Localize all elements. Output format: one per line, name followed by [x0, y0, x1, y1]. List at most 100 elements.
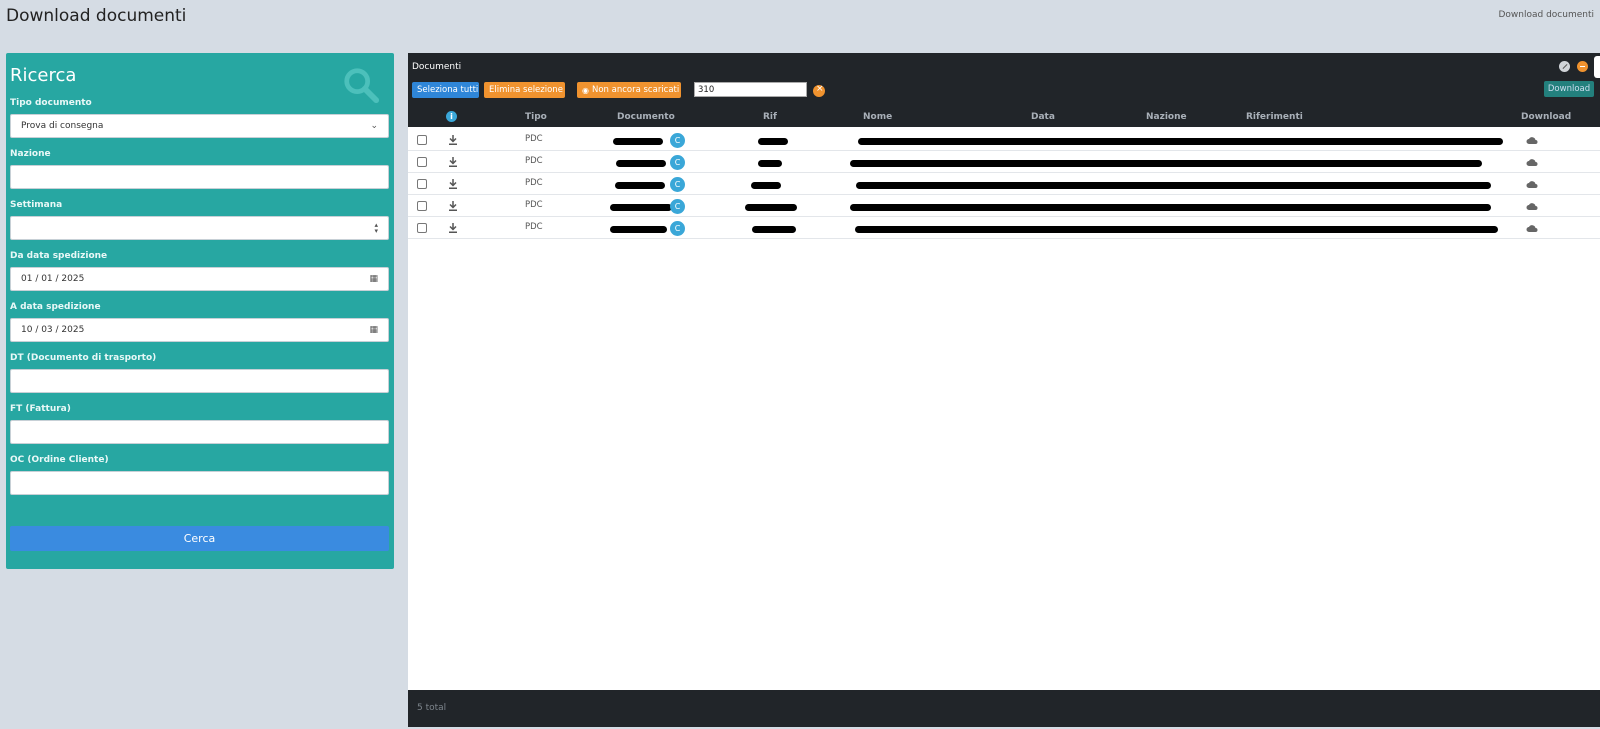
cloud-download-icon[interactable]	[1526, 135, 1538, 145]
row-tipo: PDC	[525, 200, 543, 210]
cloud-download-icon[interactable]	[1526, 223, 1538, 233]
a-data-value: 10 / 03 / 2025	[21, 325, 85, 335]
col-nome[interactable]: Nome	[863, 112, 892, 122]
select-all-button[interactable]: Seleziona tutti	[412, 82, 479, 98]
row-badge[interactable]: C	[670, 221, 685, 236]
total-count: 5 total	[417, 703, 447, 713]
redacted-rif	[745, 204, 797, 211]
documents-header: Documenti Seleziona tutti Elimina selezi…	[408, 53, 1600, 107]
da-data-input[interactable]: 01 / 01 / 2025 ▦	[10, 267, 389, 291]
col-tipo[interactable]: Tipo	[525, 112, 547, 122]
table-row[interactable]: PDC C	[408, 173, 1600, 195]
calendar-icon[interactable]: ▦	[369, 325, 378, 335]
redacted-rif	[751, 182, 781, 189]
minimize-icon[interactable]	[1577, 61, 1588, 72]
nazione-input[interactable]	[10, 165, 389, 189]
redacted-details	[850, 160, 1482, 167]
row-badge[interactable]: C	[670, 155, 685, 170]
redacted-documento	[615, 182, 665, 189]
redacted-documento	[616, 160, 666, 167]
tipo-documento-value: Prova di consegna	[21, 121, 104, 131]
dt-label: DT (Documento di trasporto)	[10, 353, 157, 363]
table-row[interactable]: PDC C	[408, 129, 1600, 151]
download-icon[interactable]	[448, 156, 458, 168]
page-title: Download documenti	[6, 6, 187, 26]
row-tipo: PDC	[525, 134, 543, 144]
filter-input[interactable]: 310	[694, 82, 807, 97]
redacted-rif	[752, 226, 796, 233]
row-tipo: PDC	[525, 156, 543, 166]
redacted-rif	[758, 160, 782, 167]
row-badge[interactable]: C	[670, 177, 685, 192]
download-icon[interactable]	[448, 222, 458, 234]
tipo-documento-label: Tipo documento	[10, 98, 92, 108]
table-row[interactable]: PDC C	[408, 151, 1600, 173]
da-data-label: Da data spedizione	[10, 251, 108, 261]
documents-panel: Documenti Seleziona tutti Elimina selezi…	[408, 53, 1600, 727]
search-panel-title: Ricerca	[10, 65, 77, 86]
search-icon	[344, 68, 380, 104]
info-icon: i	[446, 111, 457, 122]
row-checkbox[interactable]	[417, 179, 427, 189]
redacted-details	[858, 138, 1503, 145]
row-tipo: PDC	[525, 222, 543, 232]
expand-icon[interactable]	[1559, 61, 1570, 72]
chevron-down-icon: ⌄	[370, 121, 378, 131]
col-data[interactable]: Data	[1031, 112, 1055, 122]
col-download[interactable]: Download	[1521, 112, 1571, 122]
row-checkbox[interactable]	[417, 223, 427, 233]
table-row[interactable]: PDC C	[408, 195, 1600, 217]
col-nazione[interactable]: Nazione	[1146, 112, 1187, 122]
redacted-documento	[610, 226, 667, 233]
nazione-label: Nazione	[10, 149, 51, 159]
ft-input[interactable]	[10, 420, 389, 444]
row-badge[interactable]: C	[670, 133, 685, 148]
side-tab[interactable]	[1594, 56, 1600, 78]
table-footer: 5 total	[408, 690, 1600, 727]
stepper-icon[interactable]: ▴ ▾	[374, 222, 378, 235]
row-checkbox[interactable]	[417, 201, 427, 211]
redacted-documento	[613, 138, 663, 145]
documents-title: Documenti	[412, 62, 462, 72]
delete-selection-button[interactable]: Elimina selezione	[484, 82, 565, 98]
row-badge[interactable]: C	[670, 199, 685, 214]
search-button[interactable]: Cerca	[10, 526, 389, 551]
download-icon[interactable]	[448, 134, 458, 146]
redacted-details	[856, 182, 1491, 189]
redacted-details	[855, 226, 1498, 233]
breadcrumb[interactable]: Download documenti	[1498, 10, 1594, 20]
da-data-value: 01 / 01 / 2025	[21, 274, 85, 284]
download-icon[interactable]	[448, 178, 458, 190]
oc-input[interactable]	[10, 471, 389, 495]
ft-label: FT (Fattura)	[10, 404, 71, 414]
oc-label: OC (Ordine Cliente)	[10, 455, 109, 465]
redacted-details	[850, 204, 1491, 211]
row-checkbox[interactable]	[417, 135, 427, 145]
not-downloaded-button[interactable]: ◉ Non ancora scaricati	[577, 82, 681, 98]
calendar-icon[interactable]: ▦	[369, 274, 378, 284]
table-row[interactable]: PDC C	[408, 217, 1600, 239]
dt-input[interactable]	[10, 369, 389, 393]
redacted-documento	[610, 204, 672, 211]
row-checkbox[interactable]	[417, 157, 427, 167]
cloud-download-icon[interactable]	[1526, 201, 1538, 211]
redacted-rif	[758, 138, 788, 145]
col-rif[interactable]: Rif	[763, 112, 777, 122]
eye-icon: ◉	[582, 85, 589, 95]
download-button[interactable]: Download	[1544, 81, 1594, 97]
tipo-documento-select[interactable]: Prova di consegna ⌄	[10, 114, 389, 138]
settimana-label: Settimana	[10, 200, 63, 210]
a-data-input[interactable]: 10 / 03 / 2025 ▦	[10, 318, 389, 342]
cloud-download-icon[interactable]	[1526, 179, 1538, 189]
search-panel: Ricerca Tipo documento Prova di consegna…	[6, 53, 394, 569]
a-data-label: A data spedizione	[10, 302, 101, 312]
not-downloaded-label: Non ancora scaricati	[591, 85, 680, 95]
row-tipo: PDC	[525, 178, 543, 188]
download-icon[interactable]	[448, 200, 458, 212]
col-documento[interactable]: Documento	[617, 112, 675, 122]
table-header: i Tipo Documento Rif Nome Data Nazione R…	[408, 107, 1600, 127]
col-riferimenti[interactable]: Riferimenti	[1246, 112, 1303, 122]
settimana-input[interactable]: ▴ ▾	[10, 216, 389, 240]
cloud-download-icon[interactable]	[1526, 157, 1538, 167]
clear-filter-icon[interactable]	[813, 84, 825, 97]
